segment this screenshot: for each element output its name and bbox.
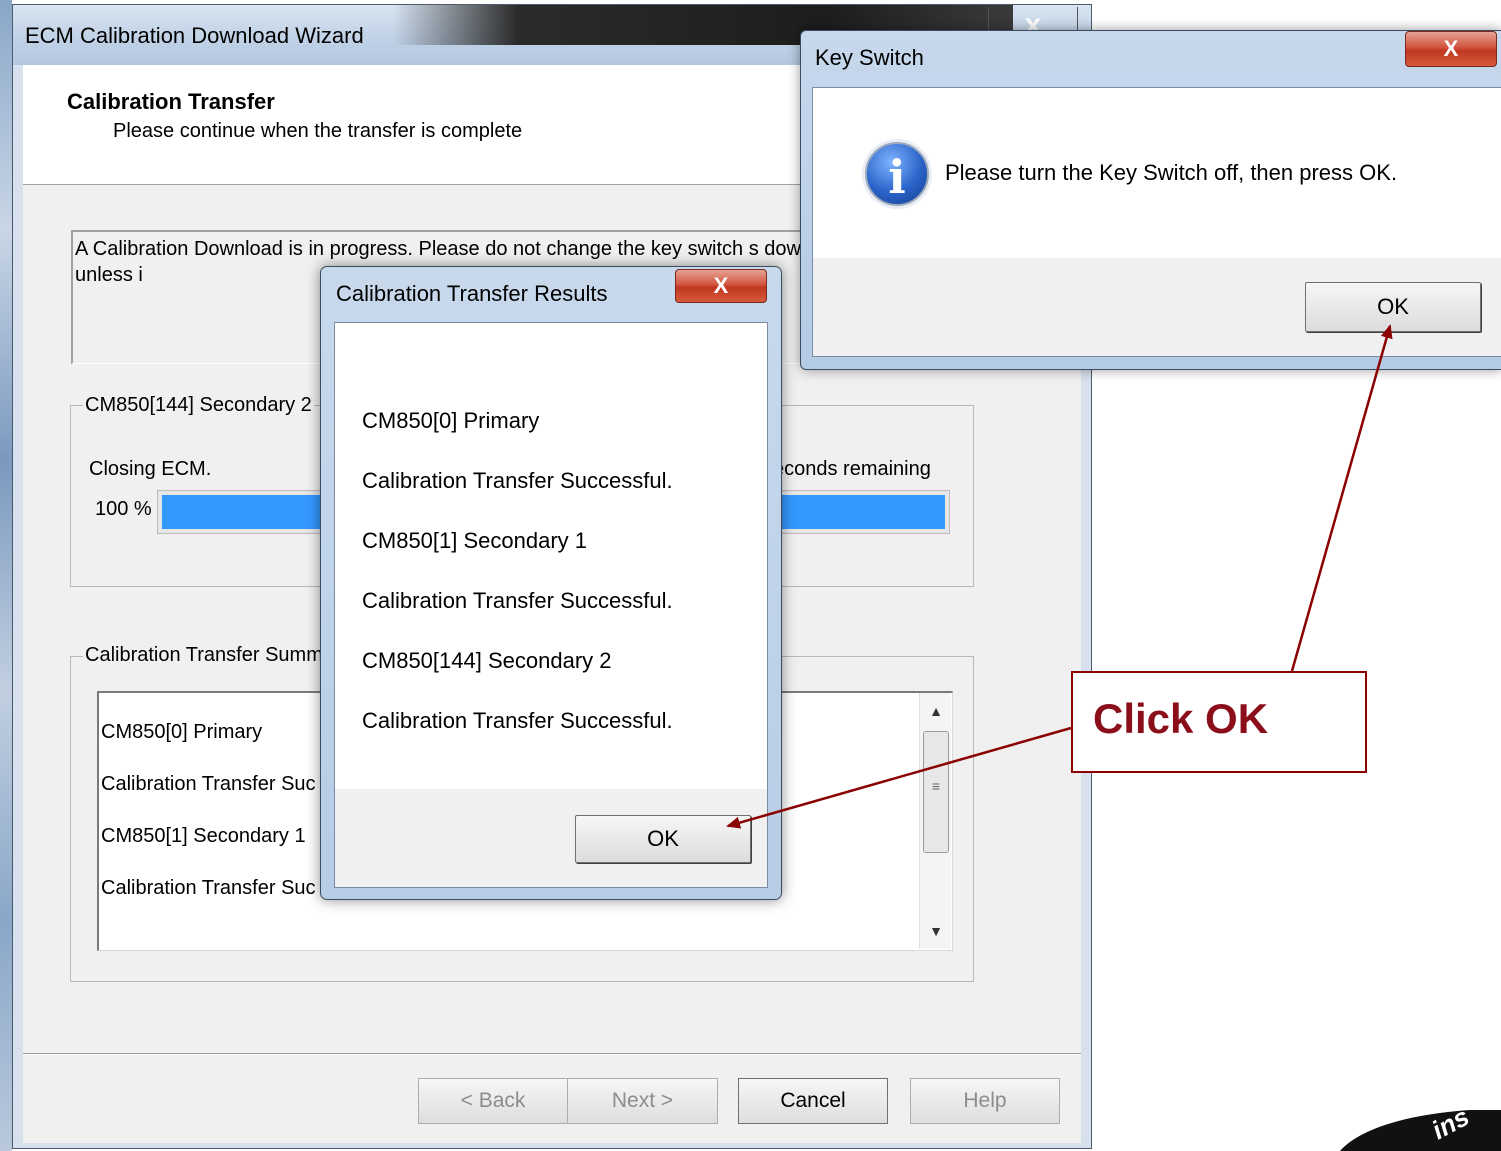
vertical-scrollbar[interactable]: ▲ ≡ ▼ — [919, 693, 951, 949]
help-button[interactable]: Help — [910, 1078, 1060, 1124]
wizard-title: ECM Calibration Download Wizard — [25, 23, 364, 48]
key-switch-content: i Please turn the Key Switch off, then p… — [812, 87, 1501, 357]
result-line: CM850[1] Secondary 1 — [362, 528, 588, 553]
back-button[interactable]: < Back — [418, 1078, 568, 1124]
key-switch-message: Please turn the Key Switch off, then pre… — [945, 160, 1398, 185]
cancel-button[interactable]: Cancel — [738, 1078, 888, 1124]
page-subtitle: Please continue when the transfer is com… — [113, 120, 523, 142]
info-icon: i — [865, 142, 929, 206]
callout-box: Click OK — [1071, 671, 1367, 773]
background-window-edge — [0, 0, 12, 1151]
results-content: CM850[0] Primary Calibration Transfer Su… — [334, 322, 768, 888]
progress-percent: 100 % — [95, 498, 152, 520]
list-item: Calibration Transfer Suc — [101, 773, 316, 795]
status-text: Closing ECM. — [89, 458, 212, 480]
info-icon-glyph: i — [888, 150, 906, 204]
summary-group-label: Calibration Transfer Summ — [83, 644, 325, 667]
results-ok-button[interactable]: OK — [575, 815, 751, 863]
progress-group-label: CM850[144] Secondary 2 — [83, 394, 314, 417]
arrow-to-key-switch-ok — [1290, 324, 1393, 672]
list-item: CM850[1] Secondary 1 — [101, 825, 306, 847]
result-line: Calibration Transfer Successful. — [362, 588, 673, 613]
results-dialog: Calibration Transfer Results X CM850[0] … — [320, 266, 782, 900]
callout-text: Click OK — [1093, 695, 1269, 742]
next-button[interactable]: Next > — [567, 1078, 718, 1124]
result-line: CM850[144] Secondary 2 — [362, 648, 612, 673]
result-line: CM850[0] Primary — [362, 408, 540, 433]
results-footer: OK — [335, 789, 767, 887]
key-switch-ok-button[interactable]: OK — [1305, 282, 1481, 332]
result-line: Calibration Transfer Successful. — [362, 708, 673, 733]
grip-icon: ≡ — [931, 778, 941, 794]
scroll-up-arrow-icon[interactable]: ▲ — [920, 697, 952, 725]
page-title: Calibration Transfer — [67, 89, 275, 114]
key-switch-dialog-title: Key Switch — [815, 45, 924, 70]
brand-logo: ins — [1330, 1110, 1501, 1151]
scroll-thumb[interactable]: ≡ — [923, 731, 949, 853]
results-close-button[interactable]: X — [675, 269, 767, 303]
results-dialog-title: Calibration Transfer Results — [336, 281, 608, 306]
key-switch-close-button[interactable]: X — [1405, 31, 1497, 67]
seconds-remaining-text: seconds remaining — [763, 458, 931, 480]
key-switch-dialog: Key Switch X i Please turn the Key Switc… — [800, 30, 1501, 370]
list-item: CM850[0] Primary — [101, 721, 263, 743]
result-line: Calibration Transfer Successful. — [362, 468, 673, 493]
key-switch-footer: OK — [813, 258, 1501, 356]
list-item: Calibration Transfer Suc — [101, 877, 316, 899]
footer-divider — [23, 1053, 1081, 1055]
scroll-down-arrow-icon[interactable]: ▼ — [920, 917, 952, 945]
